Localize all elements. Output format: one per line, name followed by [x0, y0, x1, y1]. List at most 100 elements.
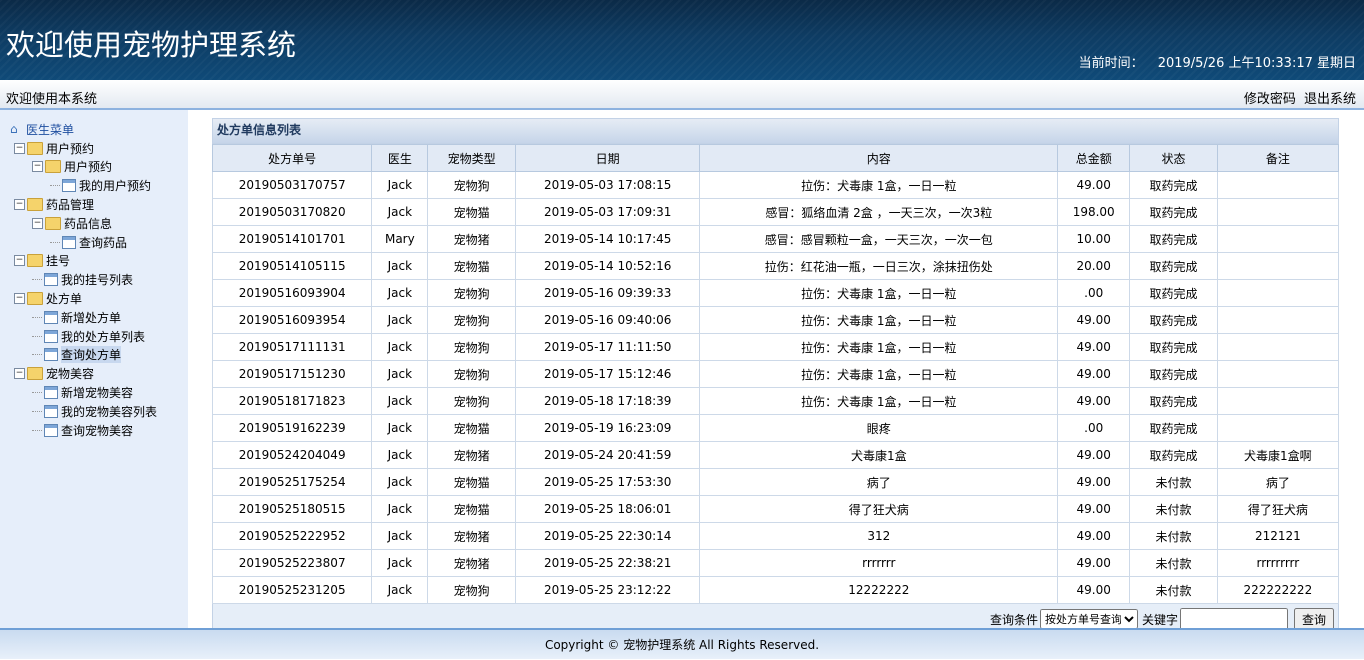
collapse-icon[interactable]: −	[32, 217, 43, 229]
sidebar-item-label: 药品信息	[64, 216, 113, 231]
folder-icon	[27, 141, 43, 155]
table-cell: Jack	[371, 171, 429, 199]
table-cell	[1216, 387, 1340, 415]
prescription-table: 处方单号 医生 宠物类型 日期 内容 总金额 状态 备注 20190503170757 Jack…	[211, 144, 1340, 604]
table-cell: 犬毒康1盒	[699, 441, 1059, 469]
sidebar-item[interactable]: 我的用户预约	[10, 176, 157, 195]
column-header[interactable]: 处方单号	[211, 144, 373, 172]
table-row[interactable]: 20190517151230 Jack 宠物狗 2019-05-17 15:12:46…	[211, 360, 1340, 388]
sidebar-item[interactable]: 我的宠物美容列表	[10, 402, 157, 421]
table-row[interactable]: 20190514101701 Mary 宠物猪 2019-05-14 10:17:45…	[211, 225, 1340, 253]
sidebar-item-label: 宠物美容	[46, 367, 95, 382]
column-header[interactable]: 总金额	[1057, 144, 1131, 172]
table-cell: 未付款	[1129, 495, 1218, 523]
table-row[interactable]: 20190525222952 Jack 宠物猪 2019-05-25 22:30:14…	[211, 522, 1340, 550]
collapse-icon[interactable]: −	[14, 255, 25, 267]
logout-link[interactable]: 退出系统	[1304, 92, 1356, 107]
table-row[interactable]: 20190525223807 Jack 宠物猪 2019-05-25 22:38:21…	[211, 549, 1340, 577]
query-condition-label: 查询条件	[989, 612, 1038, 627]
sidebar-item[interactable]: 查询处方单	[10, 346, 157, 365]
sidebar-item[interactable]: 我的处方单列表	[10, 327, 157, 346]
folder-icon	[45, 216, 61, 230]
column-header[interactable]: 日期	[514, 144, 701, 172]
table-cell: 20190519162239	[211, 414, 373, 442]
table-cell: Jack	[371, 387, 429, 415]
query-button[interactable]: 查询	[1293, 608, 1334, 630]
table-row[interactable]: 20190518171823 Jack 宠物狗 2019-05-18 17:18:39…	[211, 387, 1340, 415]
table-cell: 感冒：狐络血清 2盒 ，一天三次，一次3粒	[699, 198, 1059, 226]
table-cell: 12222222	[699, 576, 1059, 604]
table-row[interactable]: 20190516093904 Jack 宠物狗 2019-05-16 09:39:33…	[211, 279, 1340, 307]
page-icon	[44, 329, 58, 343]
tree-connector	[32, 392, 42, 394]
table-cell: 20190525180515	[211, 495, 373, 523]
table-cell: 犬毒康1盒啊	[1216, 441, 1340, 469]
sidebar-item-label: 我的处方单列表	[61, 329, 146, 344]
sidebar-item[interactable]: 新增处方单	[10, 308, 157, 327]
table-row[interactable]: 20190525180515 Jack 宠物猫 2019-05-25 18:06:01…	[211, 495, 1340, 523]
table-cell: 宠物猪	[427, 549, 516, 577]
menu-root[interactable]: ⌂ 医生菜单	[10, 120, 157, 139]
column-header[interactable]: 医生	[371, 144, 429, 172]
collapse-icon[interactable]: −	[32, 161, 43, 173]
table-row[interactable]: 20190516093954 Jack 宠物狗 2019-05-16 09:40:06…	[211, 306, 1340, 334]
column-header[interactable]: 状态	[1129, 144, 1218, 172]
sidebar-item[interactable]: − 用户预约	[10, 139, 157, 158]
sidebar-item[interactable]: 新增宠物美容	[10, 383, 157, 402]
sidebar-item[interactable]: − 药品管理	[10, 195, 157, 214]
collapse-icon[interactable]: −	[14, 142, 25, 154]
sidebar-item[interactable]: − 挂号	[10, 252, 157, 271]
keyword-input[interactable]	[1179, 608, 1288, 630]
table-cell: 2019-05-16 09:40:06	[514, 306, 701, 334]
table-body: 20190503170757 Jack 宠物狗 2019-05-03 17:08:15…	[211, 171, 1340, 604]
page-icon	[62, 235, 76, 249]
sidebar-item[interactable]: 查询宠物美容	[10, 421, 157, 440]
column-header[interactable]: 备注	[1216, 144, 1340, 172]
table-cell: 取药完成	[1129, 333, 1218, 361]
column-header[interactable]: 内容	[699, 144, 1059, 172]
welcome-text: 欢迎使用本系统	[6, 92, 98, 107]
sidebar-item[interactable]: − 宠物美容	[10, 364, 157, 383]
table-cell: 49.00	[1057, 522, 1131, 550]
table-cell: 宠物猫	[427, 198, 516, 226]
page-icon	[62, 179, 76, 193]
table-cell: 2019-05-16 09:39:33	[514, 279, 701, 307]
table-row[interactable]: 20190517111131 Jack 宠物狗 2019-05-17 11:11:50…	[211, 333, 1340, 361]
table-row[interactable]: 20190525231205 Jack 宠物狗 2019-05-25 23:12:22…	[211, 576, 1340, 604]
collapse-icon[interactable]: −	[14, 293, 25, 305]
sidebar-item[interactable]: 查询药品	[10, 233, 157, 252]
table-cell: 49.00	[1057, 468, 1131, 496]
column-header[interactable]: 宠物类型	[427, 144, 516, 172]
sidebar-item[interactable]: − 用户预约	[10, 158, 157, 177]
table-row[interactable]: 20190503170820 Jack 宠物猫 2019-05-03 17:09:31…	[211, 198, 1340, 226]
table-row[interactable]: 20190514105115 Jack 宠物猫 2019-05-14 10:52:16…	[211, 252, 1340, 280]
sidebar-item[interactable]: − 药品信息	[10, 214, 157, 233]
table-row[interactable]: 20190519162239 Jack 宠物猫 2019-05-19 16:23:09…	[211, 414, 1340, 442]
table-cell: Mary	[371, 225, 429, 253]
table-cell: 拉伤：红花油一瓶，一日三次，涂抹扭伤处	[699, 252, 1059, 280]
sidebar-item[interactable]: 我的挂号列表	[10, 270, 157, 289]
collapse-icon[interactable]: −	[14, 368, 25, 380]
table-cell: 2019-05-24 20:41:59	[514, 441, 701, 469]
change-password-link[interactable]: 修改密码	[1244, 92, 1296, 107]
table-cell: 未付款	[1129, 549, 1218, 577]
home-icon: ⌂	[10, 122, 18, 137]
table-cell: 49.00	[1057, 576, 1131, 604]
table-cell: 宠物狗	[427, 387, 516, 415]
table-cell: 20190517111131	[211, 333, 373, 361]
sidebar-item[interactable]: − 处方单	[10, 289, 157, 308]
table-row[interactable]: 20190524204049 Jack 宠物猪 2019-05-24 20:41:59…	[211, 441, 1340, 469]
table-cell: 2019-05-18 17:18:39	[514, 387, 701, 415]
table-cell: 宠物猫	[427, 252, 516, 280]
table-cell	[1216, 171, 1340, 199]
table-cell: Jack	[371, 279, 429, 307]
table-cell: 取药完成	[1129, 360, 1218, 388]
table-row[interactable]: 20190503170757 Jack 宠物狗 2019-05-03 17:08:15…	[211, 171, 1340, 199]
collapse-icon[interactable]: −	[14, 199, 25, 211]
table-row[interactable]: 20190525175254 Jack 宠物猫 2019-05-25 17:53:30…	[211, 468, 1340, 496]
query-condition-select[interactable]: 按处方单号查询	[1039, 609, 1138, 629]
table-cell: 拉伤：犬毒康 1盒，一日一粒	[699, 360, 1059, 388]
sidebar-item-label: 用户预约	[46, 141, 95, 156]
table-cell: 49.00	[1057, 441, 1131, 469]
table-cell: 得了狂犬病	[699, 495, 1059, 523]
